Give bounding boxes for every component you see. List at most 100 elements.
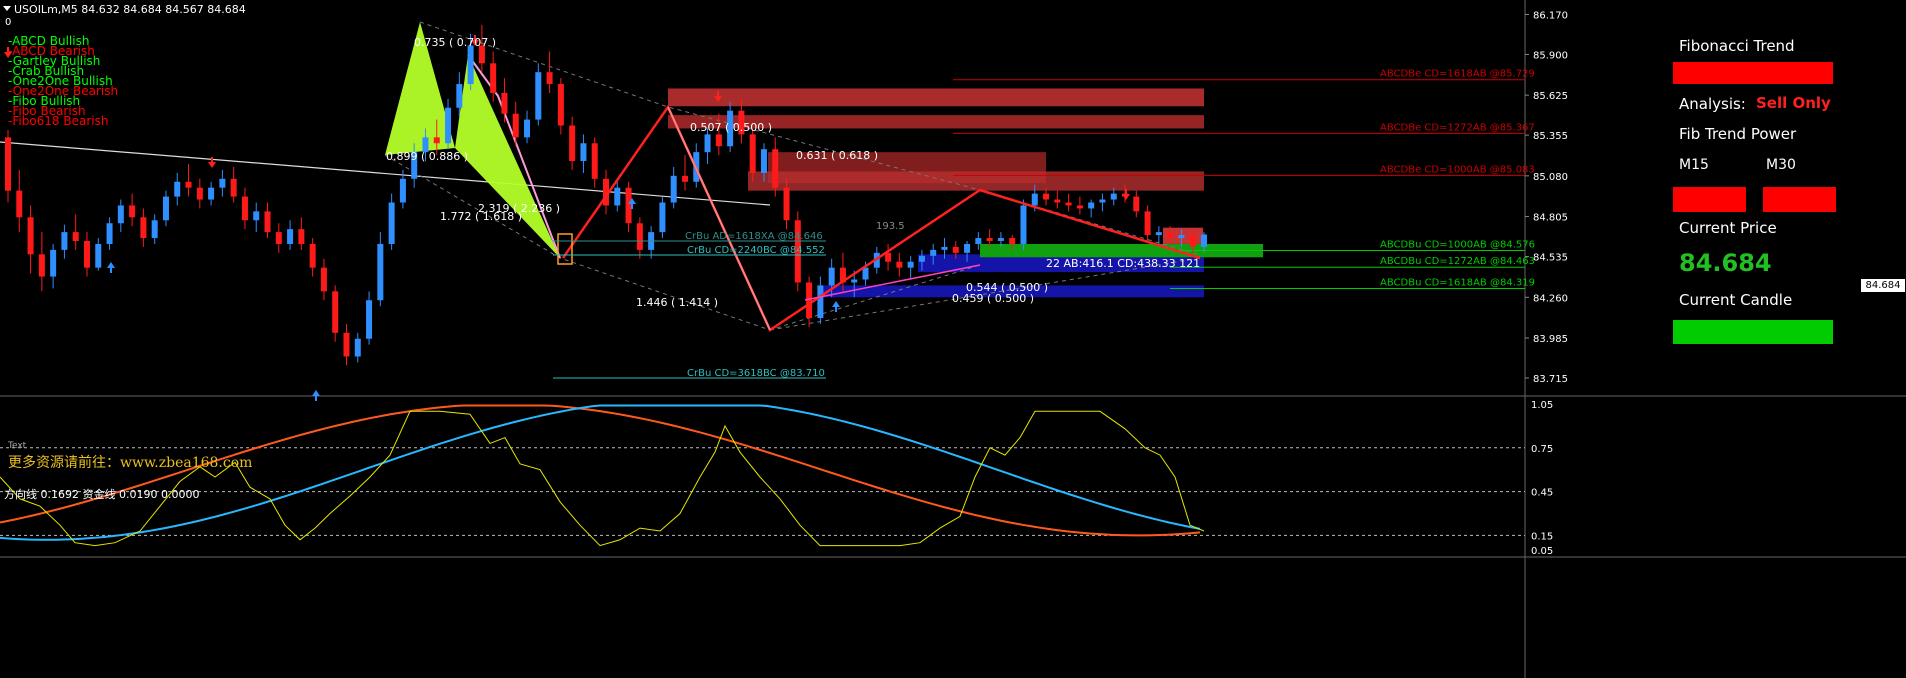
candle-body: [1201, 234, 1207, 247]
candle-body: [1043, 193, 1050, 200]
candle-body: [332, 291, 339, 333]
candle-body: [681, 175, 688, 182]
candle-body: [388, 202, 395, 244]
candle-body: [174, 181, 181, 197]
candle-body: [83, 241, 90, 268]
candle-body: [851, 279, 858, 283]
candle-body: [38, 254, 45, 277]
buy-arrow-icon: [312, 390, 320, 396]
timeframe-m30-label: M30: [1766, 157, 1796, 173]
legend-item: -Fibo618 Bearish: [8, 114, 109, 128]
candle-body: [524, 119, 531, 138]
candle-body: [140, 217, 147, 239]
osc-axis-label: 1.05: [1531, 400, 1553, 411]
fib-level-label: ABCDBu CD=1000AB @84.576: [1380, 239, 1535, 250]
candle-body: [715, 134, 722, 147]
price-axis-label: 86.170: [1533, 10, 1568, 21]
current-candle-box: [1673, 320, 1833, 344]
price-axis-label: 85.080: [1533, 172, 1568, 183]
candle-body: [377, 243, 384, 301]
osc-axis-label: 0.15: [1531, 531, 1553, 542]
candle-body: [253, 211, 260, 221]
candle-body: [896, 261, 903, 268]
candle-body: [399, 178, 406, 203]
osc-axis-label: 0.75: [1531, 444, 1553, 455]
candle-body: [264, 211, 271, 233]
fib-level-label: ABCDBu CD=1618AB @84.319: [1380, 278, 1535, 289]
candle-body: [5, 137, 11, 191]
candle-body: [918, 255, 925, 262]
price-axis-label: 84.535: [1533, 253, 1568, 264]
candle-body: [456, 84, 463, 108]
buy-arrow-icon: [107, 262, 115, 268]
candle-body: [467, 45, 474, 85]
m30-power-box: [1763, 187, 1836, 212]
candle-body: [298, 229, 305, 244]
fib-trend-title: Fibonacci Trend: [1679, 37, 1795, 55]
chart-annotation: 0.631 ( 0.618 ): [796, 149, 878, 162]
candle-body: [828, 267, 835, 286]
candle-body: [343, 332, 350, 357]
candle-body: [129, 205, 136, 218]
candle-body: [1088, 202, 1095, 209]
candle-body: [196, 187, 203, 200]
timeframe-m15-label: M15: [1679, 157, 1709, 173]
candle-body: [117, 205, 124, 224]
bearish-zone-wide: [748, 171, 1204, 191]
candle-body: [61, 232, 68, 250]
price-axis-label: 83.715: [1533, 374, 1568, 385]
chart-annotation: CrBu CD=2240BC @84.552: [687, 245, 825, 256]
chart-annotation: 0.899 ( 0.886 ): [386, 150, 468, 163]
candle-body: [151, 220, 158, 239]
candle-body: [591, 143, 598, 179]
price-axis-label: 85.900: [1533, 50, 1568, 61]
fib-level-label: ABCDBe CD=1272AB @85.367: [1380, 122, 1535, 133]
candle-body: [783, 187, 790, 221]
candle-body: [964, 243, 971, 253]
candle-body: [546, 72, 553, 85]
chart-annotation: 2.319 ( 2.236 ): [478, 202, 560, 215]
candle-body: [320, 267, 327, 292]
candle-body: [1110, 193, 1117, 200]
candle-body: [557, 84, 564, 126]
candle-body: [817, 285, 824, 318]
candle-body: [1009, 238, 1016, 244]
candle-body: [1133, 196, 1140, 212]
candle-body: [975, 238, 982, 244]
candle-body: [241, 196, 248, 221]
candle-body: [1065, 202, 1072, 206]
candle-body: [1178, 235, 1185, 239]
chart-annotation: 1.446 ( 1.414 ): [636, 296, 718, 309]
candle-body: [309, 243, 316, 268]
candle-body: [930, 249, 937, 256]
candle-body: [614, 187, 621, 206]
candle-body: [275, 232, 282, 244]
candle-body: [907, 261, 914, 268]
price-axis-label: 85.625: [1533, 91, 1568, 102]
chart-annotation: 0.735 ( 0.707 ): [414, 36, 496, 49]
current-price-label: Current Price: [1679, 219, 1777, 237]
text-tag: Text: [8, 441, 27, 451]
analysis-label: Analysis:: [1679, 95, 1746, 113]
candle-body: [535, 72, 542, 120]
candle-body: [185, 181, 192, 188]
chart-annotation: 0.459 ( 0.500 ): [952, 292, 1034, 305]
candle-body: [1076, 205, 1083, 209]
candle-body: [512, 113, 519, 138]
candle-body: [659, 202, 666, 233]
price-axis-label: 85.355: [1533, 131, 1568, 142]
candle-body: [862, 267, 869, 280]
candle-body: [219, 178, 226, 188]
candle-body: [749, 134, 756, 173]
menu-dropdown-icon[interactable]: [3, 6, 11, 11]
price-chart[interactable]: 86.170 85.900 85.625 85.355 85.080 84.805 84.5…: [0, 0, 1906, 678]
candle-body: [670, 175, 677, 203]
candle-body: [1155, 232, 1162, 236]
sell-arrow-icon: [1122, 194, 1130, 200]
trendline-white: [0, 141, 771, 206]
candle-body: [27, 217, 34, 255]
price-axis-label: 84.805: [1533, 213, 1568, 224]
candle-body: [704, 134, 711, 153]
candle-body: [162, 196, 169, 221]
candle-body: [490, 63, 497, 93]
